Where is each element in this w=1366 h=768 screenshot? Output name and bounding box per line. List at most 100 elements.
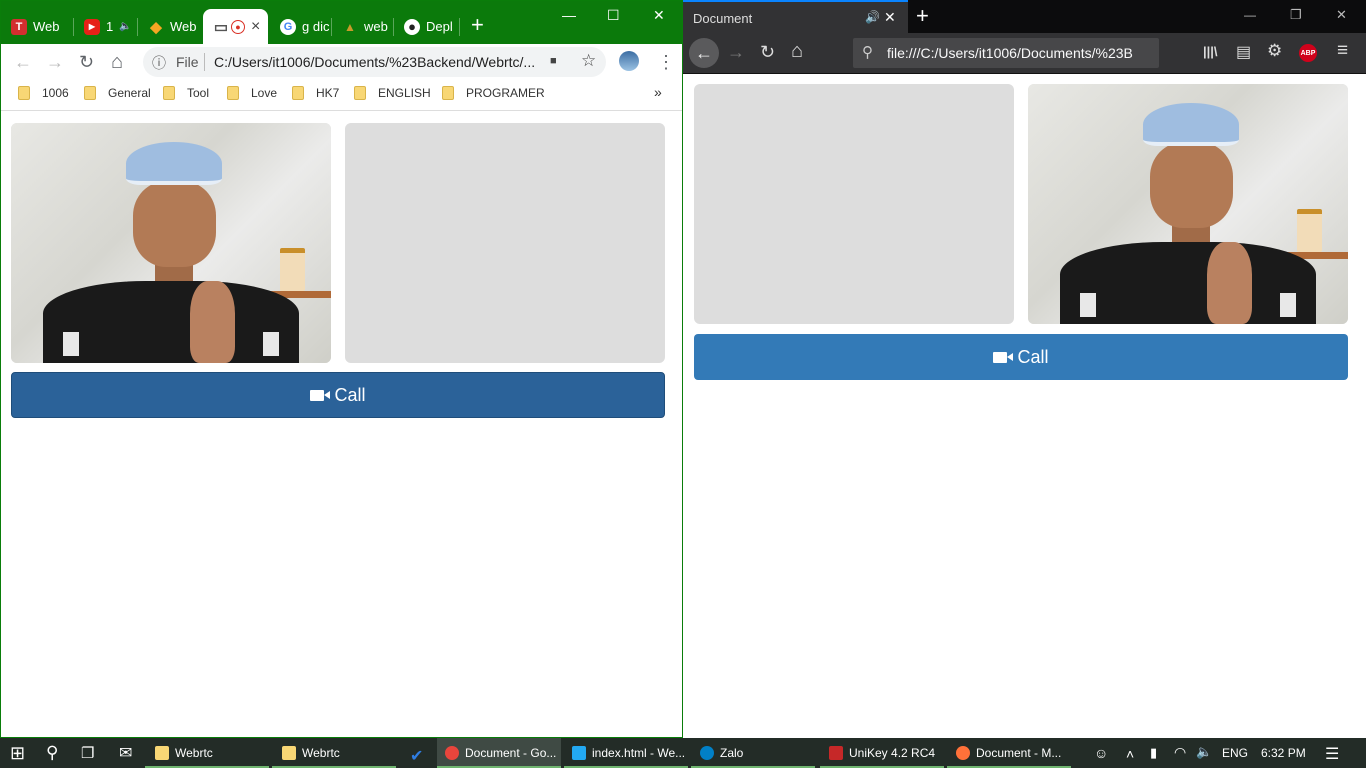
tab-title: 1 xyxy=(106,19,114,34)
audio-icon: 🔈 xyxy=(119,21,132,32)
volume-icon[interactable]: 🔈 xyxy=(1196,744,1212,760)
folder-icon xyxy=(292,86,304,100)
tab-google[interactable]: G g dic xyxy=(270,9,330,44)
menu-icon[interactable]: ≡ xyxy=(1337,40,1348,62)
call-button[interactable]: Call xyxy=(694,334,1348,380)
bookmark-folder[interactable]: ENGLISH xyxy=(354,86,431,100)
taskbar-item-vscode[interactable]: index.html - We... xyxy=(572,738,685,768)
remote-video xyxy=(345,123,665,363)
stackoverflow-icon: ▲ xyxy=(344,19,356,34)
bookmark-folder[interactable]: PROGRAMER xyxy=(442,86,545,100)
address-bar[interactable]: ⚲ file:///C:/Users/it1006/Documents/%23B xyxy=(853,38,1159,68)
adblock-icon[interactable]: ABP xyxy=(1299,44,1317,62)
task-view-icon[interactable]: ❐ xyxy=(81,744,94,762)
remote-video xyxy=(1028,84,1348,324)
folder-icon xyxy=(18,86,30,100)
battery-icon[interactable]: ▮ xyxy=(1150,745,1157,761)
mail-icon[interactable]: ✉ xyxy=(119,743,132,763)
wifi-icon[interactable]: ◠ xyxy=(1174,744,1186,761)
taskbar-item-zalo[interactable]: Zalo xyxy=(700,738,743,768)
settings-icon[interactable]: ⚙ xyxy=(1267,41,1282,61)
forward-icon[interactable]: → xyxy=(727,42,745,63)
back-icon[interactable]: ← xyxy=(689,38,719,68)
close-window-button[interactable]: ✕ xyxy=(653,7,665,23)
restore-button[interactable]: ❐ xyxy=(1290,7,1302,23)
firefox-toolbar: ← → ↻ ⌂ ⚲ file:///C:/Users/it1006/Docume… xyxy=(683,33,1366,74)
bookmark-folder[interactable]: General xyxy=(84,86,151,100)
bookmark-folder[interactable]: Love xyxy=(227,86,277,100)
close-window-button[interactable]: ✕ xyxy=(1336,7,1347,23)
taskbar-item-explorer[interactable]: Webrtc xyxy=(155,738,213,768)
taskbar-item-explorer[interactable]: Webrtc xyxy=(282,738,340,768)
tab-web-firebase[interactable]: ◆ Web xyxy=(138,9,200,44)
local-video xyxy=(11,123,331,363)
tab-title: Web xyxy=(170,19,197,34)
home-icon[interactable]: ⌂ xyxy=(791,40,803,63)
taskbar-item-firefox[interactable]: Document - M... xyxy=(956,738,1061,768)
clock[interactable]: 6:32 PM xyxy=(1261,746,1306,760)
new-tab-button[interactable]: + xyxy=(471,14,484,36)
minimize-button[interactable]: — xyxy=(1244,8,1256,22)
scheme-label: File xyxy=(176,54,199,70)
people-icon[interactable]: ☺ xyxy=(1094,745,1108,761)
bookmark-folder[interactable]: Tool xyxy=(163,86,209,100)
start-icon[interactable]: ⊞ xyxy=(10,743,25,764)
tab-title: g dic xyxy=(302,19,330,34)
tab-title: Depl xyxy=(426,19,453,34)
call-button[interactable]: Call xyxy=(11,372,665,418)
folder-icon xyxy=(354,86,366,100)
forward-icon[interactable]: → xyxy=(46,52,64,72)
tab-github[interactable]: ● Depl xyxy=(394,9,456,44)
sidebar-icon[interactable]: ▤ xyxy=(1236,42,1251,62)
vscode-icon xyxy=(572,746,586,760)
tab-active-document[interactable]: ▭ ● × xyxy=(203,9,268,44)
camera-icon[interactable]: ■ xyxy=(550,55,557,67)
search-icon[interactable]: ⚲ xyxy=(46,743,58,763)
profile-avatar[interactable] xyxy=(619,51,639,71)
menu-icon[interactable]: ⋮ xyxy=(657,52,675,72)
taskbar-item-todo[interactable]: ✔ xyxy=(410,738,430,768)
chevron-up-icon[interactable]: ˄ xyxy=(1126,746,1134,762)
windows-taskbar: ⊞ ⚲ ❐ ✉ Webrtc Webrtc ✔ Document - Go...… xyxy=(0,738,1366,768)
checkmark-icon: ✔ xyxy=(410,748,424,765)
document-icon: ▭ xyxy=(213,18,229,36)
firefox-window: Document 🔊 ✕ + — ❐ ✕ ← → ↻ ⌂ ⚲ file:///C… xyxy=(683,0,1366,738)
bookmark-folder[interactable]: HK7 xyxy=(292,86,339,100)
taskbar-item-unikey[interactable]: UniKey 4.2 RC4 xyxy=(829,738,935,768)
folder-icon xyxy=(282,746,296,760)
tab-title: Web xyxy=(33,19,60,34)
speaker-icon[interactable]: 🔊 xyxy=(865,10,880,24)
library-icon[interactable]: |||\ xyxy=(1203,44,1218,59)
tab-title: Document xyxy=(693,11,753,26)
tab-document[interactable]: Document 🔊 ✕ xyxy=(683,0,908,33)
home-icon[interactable]: ⌂ xyxy=(111,52,123,72)
url-text[interactable]: C:/Users/it1006/Documents/%23Backend/Web… xyxy=(214,54,535,70)
notifications-icon[interactable]: ☰ xyxy=(1325,744,1339,764)
folder-icon xyxy=(84,86,96,100)
tab-close-icon[interactable]: ✕ xyxy=(884,9,896,26)
tab-web[interactable]: T Web xyxy=(1,9,69,44)
tab-youtube[interactable]: ▶ 1 🔈 xyxy=(74,9,134,44)
folder-icon xyxy=(227,86,239,100)
tab-close-icon[interactable]: × xyxy=(251,18,260,36)
language-indicator[interactable]: ENG xyxy=(1222,746,1248,760)
info-icon[interactable]: ⓘ xyxy=(152,53,166,73)
address-bar[interactable]: ⓘ File C:/Users/it1006/Documents/%23Back… xyxy=(143,47,606,77)
chrome-tab-strip: T Web ▶ 1 🔈 ◆ Web ▭ ● × G g dic ▲ web ● … xyxy=(1,1,682,44)
back-icon[interactable]: ← xyxy=(14,52,32,72)
firefox-tab-strip: Document 🔊 ✕ + — ❐ ✕ xyxy=(683,0,1366,33)
url-text[interactable]: file:///C:/Users/it1006/Documents/%23B xyxy=(887,45,1155,61)
taskbar-item-chrome[interactable]: Document - Go... xyxy=(437,738,561,768)
new-tab-button[interactable]: + xyxy=(916,3,929,29)
minimize-button[interactable]: — xyxy=(562,7,576,23)
bookmarks-overflow-icon[interactable]: » xyxy=(654,84,662,100)
reload-icon[interactable]: ↻ xyxy=(79,52,94,72)
favicon-t-icon: T xyxy=(11,18,27,35)
folder-icon xyxy=(442,86,454,100)
bookmark-folder[interactable]: 1006 xyxy=(18,86,69,100)
tab-web-stackoverflow[interactable]: ▲ web xyxy=(332,9,390,44)
reload-icon[interactable]: ↻ xyxy=(760,42,775,63)
maximize-button[interactable]: ☐ xyxy=(607,7,620,23)
star-icon[interactable]: ☆ xyxy=(581,51,596,71)
tab-title: web xyxy=(364,19,388,34)
